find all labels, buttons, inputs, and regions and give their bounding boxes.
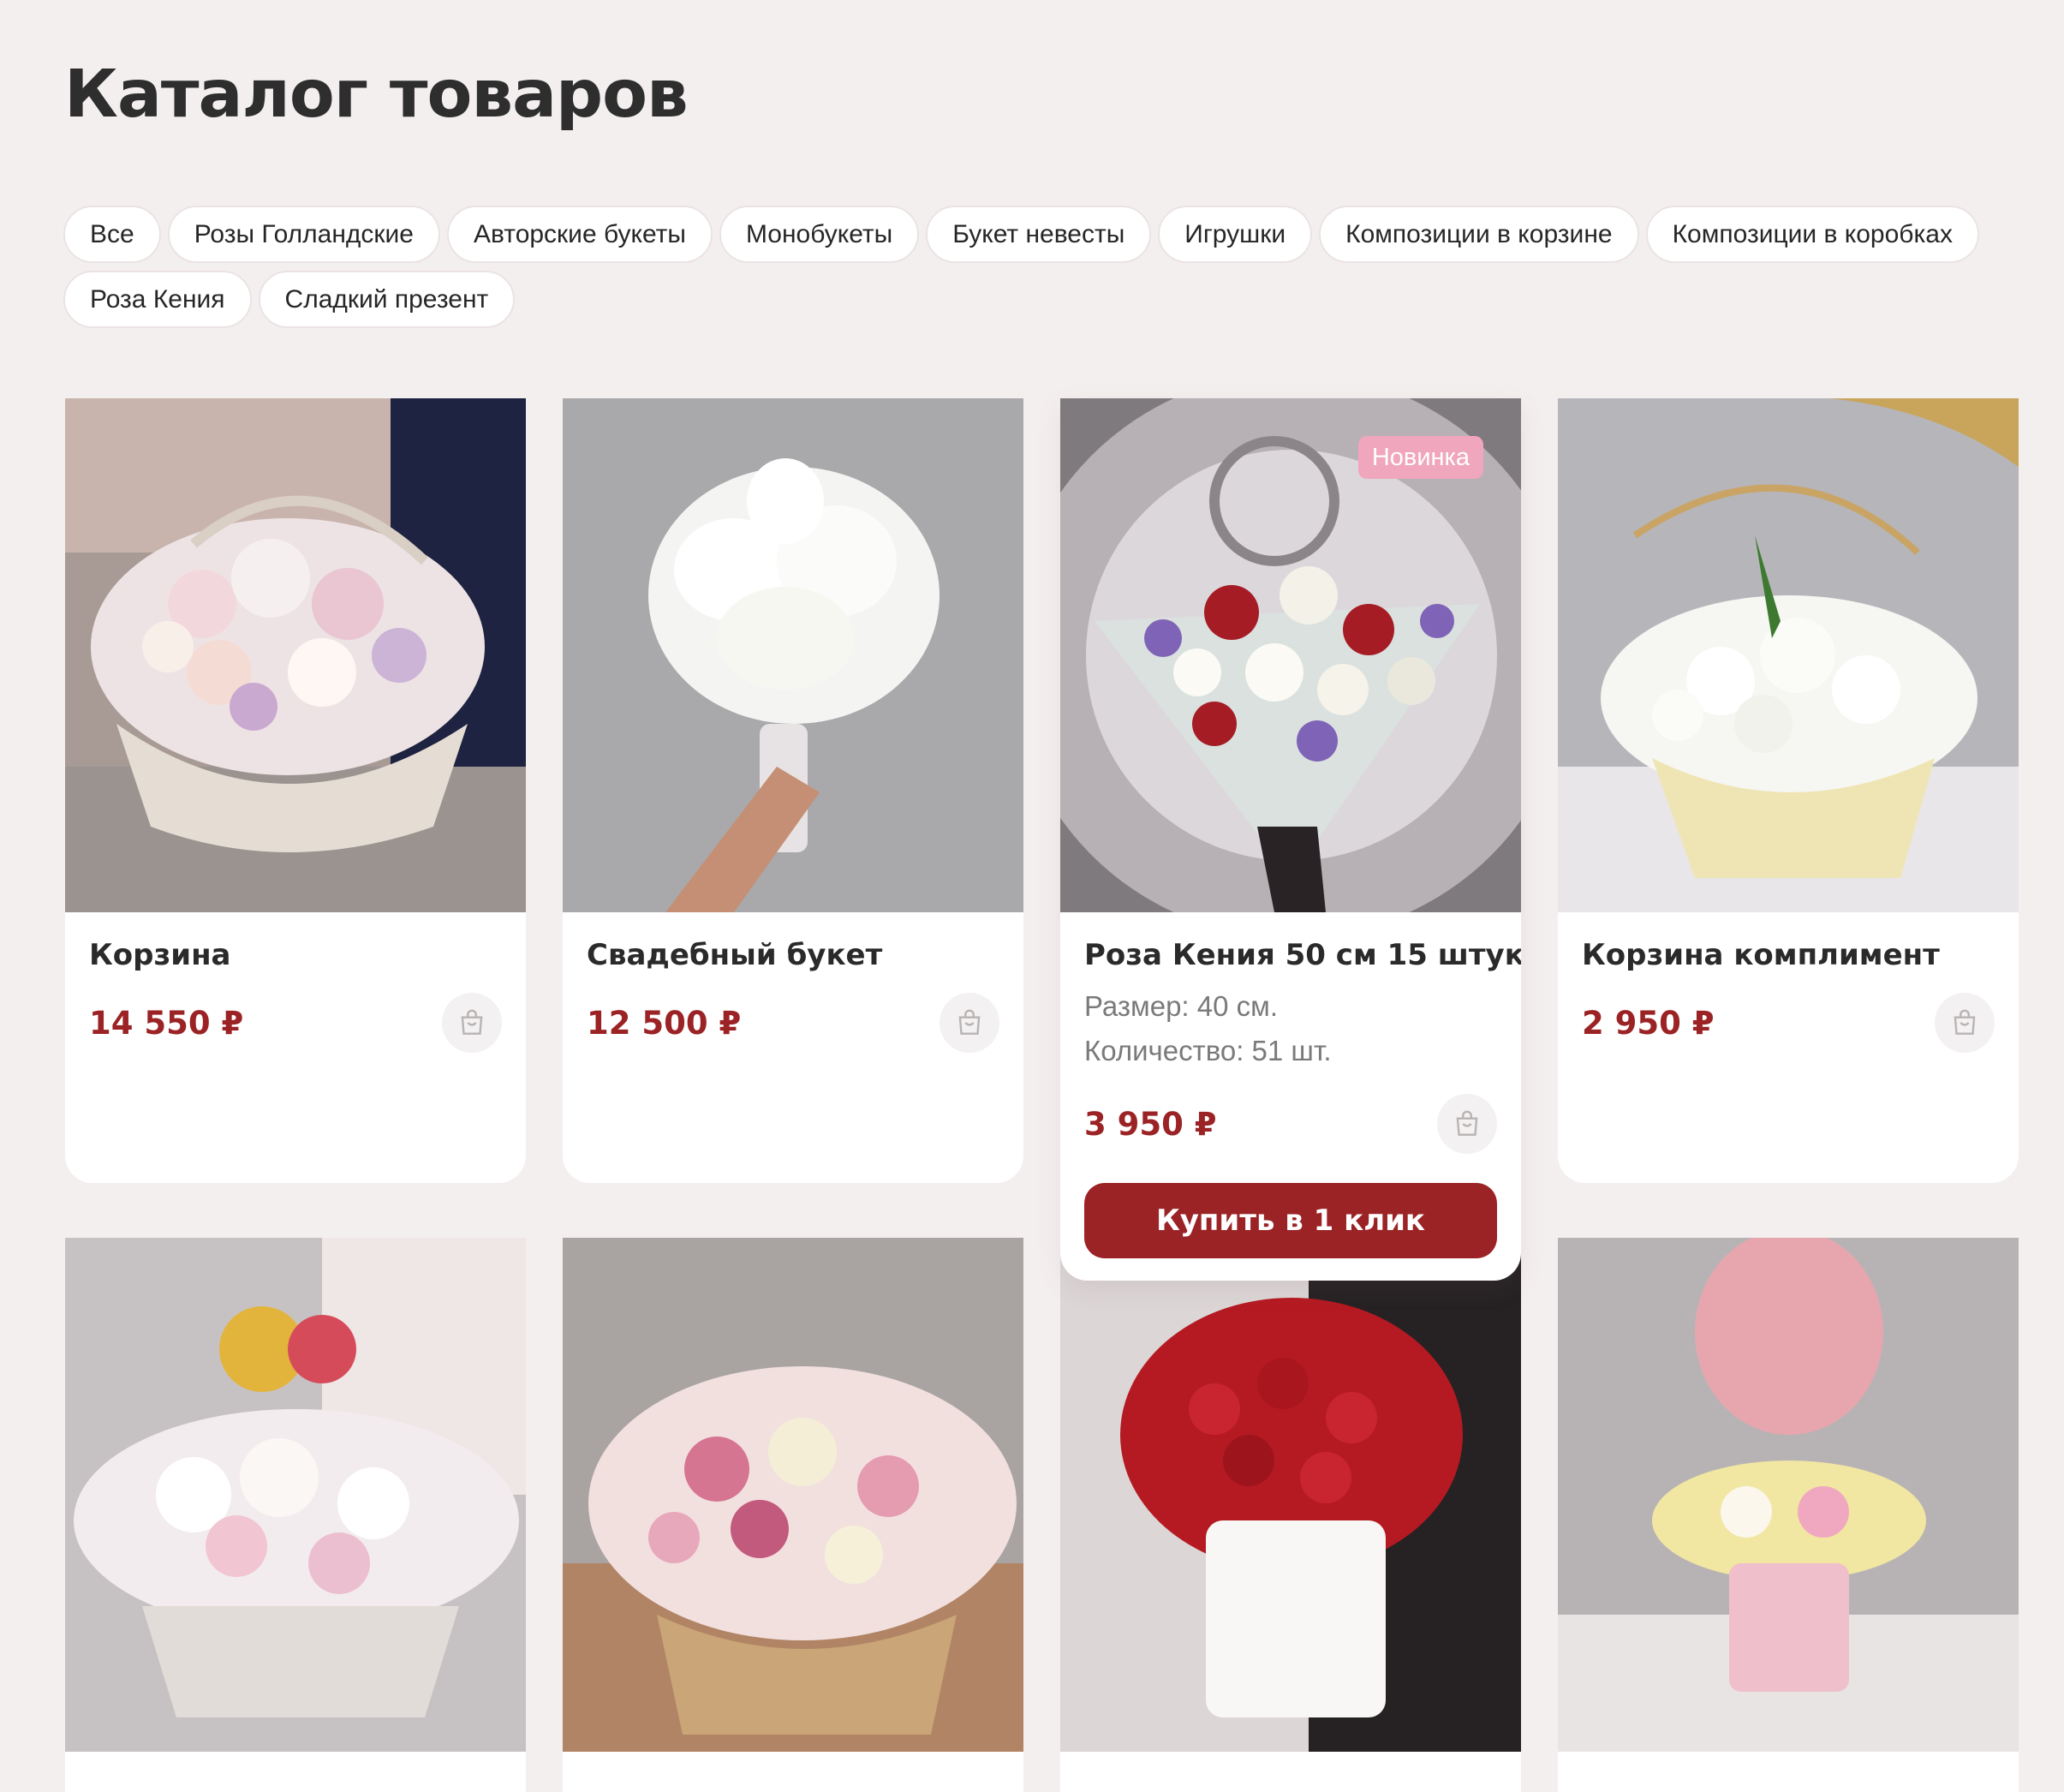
product-card[interactable]: Свадебный букет 12 500 ₽ <box>563 398 1023 1183</box>
product-price: 12 500 ₽ <box>587 1004 742 1042</box>
buy-one-click-button[interactable]: Купить в 1 клик <box>1084 1183 1497 1258</box>
product-photo[interactable]: Новинка <box>1060 398 1521 912</box>
product-name[interactable]: Корзина комплимент <box>1582 938 1995 972</box>
product-card[interactable]: Новинка Роза Кения 50 см 15 штук Размер:… <box>1060 398 1521 1281</box>
shopping-bag-icon <box>958 1009 981 1035</box>
product-size: Размер: 40 см. <box>1084 990 1278 1022</box>
product-name[interactable]: Свадебный букет <box>587 938 999 972</box>
product-photo[interactable] <box>563 1238 1023 1752</box>
shopping-bag-icon <box>461 1009 483 1035</box>
filter-toys[interactable]: Игрушки <box>1158 206 1313 263</box>
product-photo[interactable] <box>563 398 1023 912</box>
product-photo[interactable] <box>1558 398 2019 912</box>
filter-kenya-rose[interactable]: Роза Кения <box>63 271 252 328</box>
product-card[interactable] <box>65 1238 526 1792</box>
filter-dutch-roses[interactable]: Розы Голландские <box>167 206 440 263</box>
product-price: 14 550 ₽ <box>89 1004 244 1042</box>
product-price: 3 950 ₽ <box>1084 1105 1217 1143</box>
filter-monobouquets[interactable]: Монобукеты <box>719 206 920 263</box>
product-card[interactable]: Корзина 14 550 ₽ <box>65 398 526 1183</box>
product-quantity: Количество: 51 шт. <box>1084 1035 1332 1066</box>
product-card[interactable] <box>1558 1238 2019 1792</box>
add-to-cart-button[interactable] <box>442 993 502 1053</box>
add-to-cart-button[interactable] <box>1437 1094 1497 1154</box>
product-name[interactable]: Роза Кения 50 см 15 штук <box>1084 938 1521 972</box>
category-filters: Все Розы Голландские Авторские букеты Мо… <box>63 206 2033 328</box>
product-card[interactable] <box>1060 1238 1521 1792</box>
filter-bridal-bouquet[interactable]: Букет невесты <box>926 206 1152 263</box>
product-photo[interactable] <box>65 398 526 912</box>
shopping-bag-icon <box>1954 1009 1976 1035</box>
product-card[interactable]: Корзина комплимент 2 950 ₽ <box>1558 398 2019 1183</box>
product-card[interactable] <box>563 1238 1023 1792</box>
product-photo[interactable] <box>1558 1238 2019 1752</box>
product-name[interactable]: Корзина <box>89 938 502 972</box>
filter-all[interactable]: Все <box>63 206 161 263</box>
product-price: 2 950 ₽ <box>1582 1004 1715 1042</box>
filter-author-bouquets[interactable]: Авторские букеты <box>447 206 713 263</box>
shopping-bag-icon <box>1456 1110 1478 1136</box>
add-to-cart-button[interactable] <box>940 993 999 1053</box>
add-to-cart-button[interactable] <box>1935 993 1995 1053</box>
filter-box-compositions[interactable]: Композиции в коробках <box>1645 206 1979 263</box>
product-photo[interactable] <box>1060 1238 1521 1752</box>
filter-sweet-gift[interactable]: Сладкий презент <box>258 271 516 328</box>
new-badge: Новинка <box>1357 436 1483 479</box>
filter-basket-compositions[interactable]: Композиции в корзине <box>1319 206 1639 263</box>
page-title: Каталог товаров <box>64 57 689 133</box>
product-photo[interactable] <box>65 1238 526 1752</box>
